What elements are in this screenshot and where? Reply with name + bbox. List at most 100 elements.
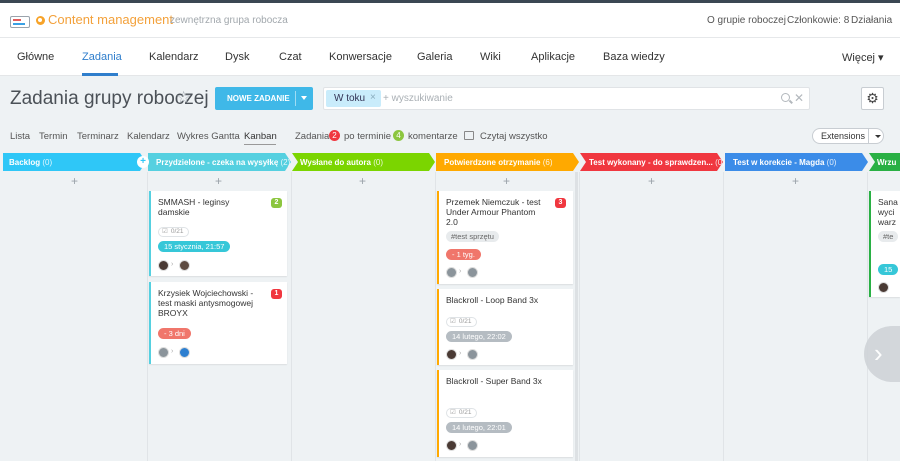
deadline-badge[interactable]: - 3 dni (158, 328, 191, 339)
task-card[interactable]: Sana wyci warz #te 15 (869, 191, 900, 297)
view-list[interactable]: Lista (10, 131, 30, 142)
comments-count-badge[interactable]: 4 (393, 130, 404, 141)
view-deadline[interactable]: Termin (39, 131, 68, 142)
column-count: (0) (715, 158, 725, 167)
read-all-icon[interactable] (464, 131, 474, 140)
view-kanban[interactable]: Kanban (244, 131, 277, 142)
creator-avatar[interactable] (878, 282, 889, 293)
column-title: Potwierdzone otrzymanie (444, 158, 541, 167)
checklist-badge: ☑ 0/21 (158, 227, 190, 237)
deadline-badge[interactable]: 14 lutego, 22:02 (446, 331, 512, 342)
creator-avatar[interactable] (446, 349, 457, 360)
tab-wiki[interactable]: Wiki (480, 51, 501, 63)
task-card[interactable]: Krzysiek Wojciechowski - test maski anty… (149, 282, 287, 364)
column-header-correction[interactable]: Test w korekcie - Magda (0) (727, 153, 862, 171)
task-title[interactable]: Krzysiek Wojciechowski - test maski anty… (158, 288, 258, 318)
actions-link[interactable]: Działania (851, 15, 892, 26)
task-card[interactable]: Blackroll - Super Band 3x ☑ 0/21 14 luteg… (437, 370, 573, 457)
column-header-assigned[interactable]: Przydzielone - czeka na wysyłkę (2) (150, 153, 290, 171)
tab-tasks[interactable]: Zadania (82, 51, 122, 63)
add-task-sent[interactable]: + (359, 174, 366, 188)
checklist-value: 0/21 (458, 318, 472, 325)
creator-avatar[interactable] (158, 260, 169, 271)
search-bar[interactable]: W toku × + wyszukiwanie ✕ (323, 87, 810, 110)
column-header-confirmed[interactable]: Potwierdzone otrzymanie (6) (438, 153, 573, 171)
favorite-star-icon[interactable]: ☆ (176, 88, 191, 108)
comments-label[interactable]: komentarze (408, 131, 458, 142)
view-calendar[interactable]: Kalendarz (127, 131, 170, 142)
add-task-confirmed[interactable]: + (503, 174, 510, 188)
deadline-badge[interactable]: - 1 tyg. (446, 249, 481, 260)
chevron-down-icon[interactable] (875, 135, 881, 138)
task-title[interactable]: Blackroll - Super Band 3x (446, 376, 546, 386)
filter-chip-label: W toku (334, 93, 366, 104)
view-planner[interactable]: Terminarz (77, 131, 119, 142)
clear-icon[interactable]: ✕ (794, 91, 804, 105)
about-group-link[interactable]: O grupie roboczej (707, 15, 786, 26)
chevron-down-icon[interactable] (301, 96, 307, 100)
comment-count-badge[interactable]: 2 (271, 198, 282, 208)
card-stripe (869, 191, 871, 297)
deadline-badge[interactable]: 15 (878, 264, 899, 275)
settings-gear-icon[interactable]: ⚙ (861, 87, 884, 110)
task-title[interactable]: Przemek Niemczuk - test Under Armour Pha… (446, 197, 546, 227)
column-header-tested[interactable]: Test wykonany - do sprawdzen... (0) (583, 153, 725, 171)
overdue-count-badge[interactable]: 2 (329, 130, 340, 141)
arrow-right-icon: › (171, 348, 174, 355)
column-title: Przydzielone - czeka na wysyłkę (156, 158, 279, 167)
tag-badge[interactable]: #te (878, 231, 899, 242)
extensions-button[interactable]: Extensions (812, 128, 884, 144)
column-header-sent[interactable]: Wysłane do autora (0) (294, 153, 429, 171)
checklist-value: 0/21 (170, 228, 184, 235)
search-icon[interactable] (781, 93, 790, 102)
tab-main[interactable]: Główne (17, 51, 54, 63)
task-card[interactable]: Blackroll - Loop Band 3x ☑ 0/21 14 lutego… (437, 289, 573, 365)
task-card[interactable]: Przemek Niemczuk - test Under Armour Pha… (437, 191, 573, 284)
read-all-link[interactable]: Czytaj wszystko (480, 131, 548, 142)
tab-drive[interactable]: Dysk (225, 51, 249, 63)
column-scrollbar[interactable] (575, 172, 578, 461)
deadline-badge[interactable]: 14 lutego, 22:01 (446, 422, 512, 433)
responsible-avatar[interactable] (467, 349, 478, 360)
tab-knowledge-base[interactable]: Baza wiedzy (603, 51, 665, 63)
column-header-backlog[interactable]: Backlog (0) (3, 153, 135, 171)
filter-chip[interactable]: W toku × (326, 90, 381, 107)
task-title[interactable]: SMMASH - leginsy damskie (158, 197, 258, 217)
more-menu[interactable]: Więcej ▾ (842, 51, 884, 64)
task-title[interactable]: Blackroll - Loop Band 3x (446, 295, 546, 305)
tab-conversations[interactable]: Konwersacje (329, 51, 392, 63)
search-input[interactable]: + wyszukiwanie (383, 93, 453, 104)
add-column-icon[interactable]: + (137, 156, 149, 168)
column-header-upload[interactable]: Wrzu (871, 153, 900, 171)
new-task-label: NOWE ZADANIE (227, 94, 290, 103)
creator-avatar[interactable] (158, 347, 169, 358)
group-title[interactable]: Content management (48, 12, 173, 27)
add-task-backlog[interactable]: + (71, 174, 78, 188)
responsible-avatar[interactable] (467, 267, 478, 278)
creator-avatar[interactable] (446, 440, 457, 451)
add-task-tested[interactable]: + (648, 174, 655, 188)
tab-calendar[interactable]: Kalendarz (149, 51, 199, 63)
comment-count-badge[interactable]: 1 (271, 289, 282, 299)
task-card[interactable]: SMMASH - leginsy damskie 2 ☑ 0/21 15 styc… (149, 191, 287, 276)
view-gantt[interactable]: Wykres Gantta (177, 131, 240, 142)
comment-count-badge[interactable]: 3 (555, 198, 566, 208)
responsible-avatar[interactable] (179, 260, 190, 271)
add-task-assigned[interactable]: + (215, 174, 222, 188)
chip-close-icon[interactable]: × (370, 92, 376, 103)
new-task-button[interactable]: NOWE ZADANIE (215, 87, 313, 110)
tab-chat[interactable]: Czat (279, 51, 302, 63)
responsible-avatar[interactable] (179, 347, 190, 358)
creator-avatar[interactable] (446, 267, 457, 278)
tag-badge[interactable]: #test sprzętu (446, 231, 499, 242)
tab-apps[interactable]: Aplikacje (531, 51, 575, 63)
task-title[interactable]: Sana wyci warz (878, 197, 900, 227)
overdue-label[interactable]: po terminie (344, 131, 391, 142)
deadline-badge[interactable]: 15 stycznia, 21:57 (158, 241, 231, 252)
scroll-right-arrow-icon[interactable]: › (864, 326, 900, 382)
responsible-avatar[interactable] (467, 440, 478, 451)
add-task-correction[interactable]: + (792, 174, 799, 188)
members-link[interactable]: Członkowie: 8 (787, 15, 849, 26)
column-count: (0) (42, 158, 53, 167)
tab-gallery[interactable]: Galeria (417, 51, 452, 63)
